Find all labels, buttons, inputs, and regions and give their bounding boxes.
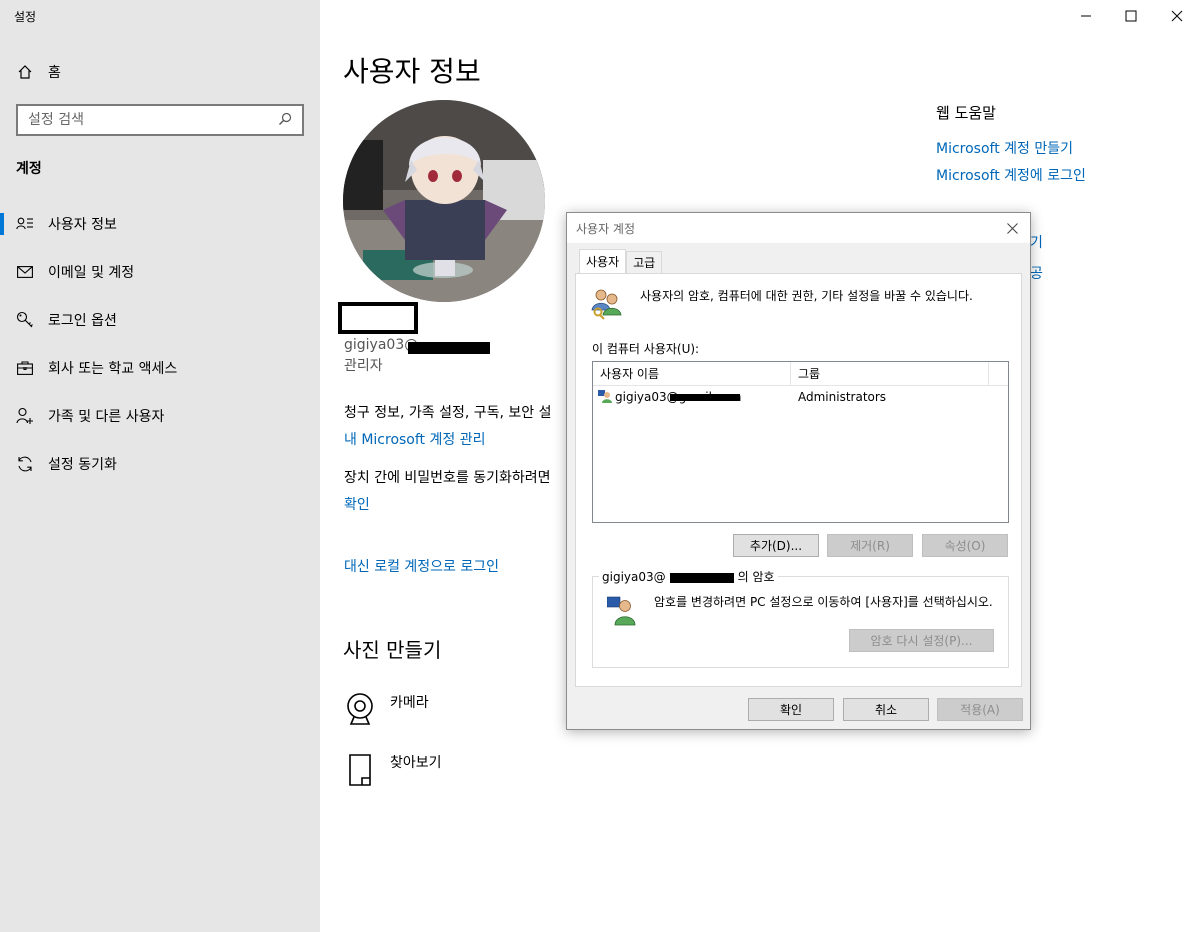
password-group-label: gigiya03@ 의 암호 (599, 568, 778, 585)
password-groupbox: gigiya03@ 의 암호 암호를 변경하려면 PC 설정으로 이동하여 [사용… (592, 568, 1009, 668)
apply-button[interactable]: 적용(A) (937, 698, 1023, 721)
remove-user-button[interactable]: 제거(R) (827, 534, 913, 557)
username-redaction (670, 393, 740, 401)
user-accounts-dialog: 사용자 계정 사용자 고급 사용자의 암호, 컴퓨터에 대한 권한, 기타 설정… (566, 212, 1031, 730)
redacted-name (338, 302, 418, 334)
search-box[interactable] (16, 104, 304, 136)
sidebar-item-signin-options[interactable]: 로그인 옵션 (0, 296, 320, 344)
search-icon[interactable] (278, 111, 292, 130)
sidebar-item-work-access[interactable]: 회사 또는 학교 액세스 (0, 344, 320, 392)
user-name-cell: gigiya03@gmail.com (593, 389, 791, 406)
reset-password-button[interactable]: 암호 다시 설정(P)... (849, 629, 994, 652)
password-text: 암호를 변경하려면 PC 설정으로 이동하여 [사용자]를 선택하십시오. (654, 595, 993, 609)
section-title: 계정 (16, 161, 42, 177)
local-account-link[interactable]: 대신 로컬 계정으로 로그인 (344, 556, 499, 576)
account-role: 관리자 (344, 358, 383, 374)
user-info-icon (16, 215, 34, 233)
help-link-partial-1[interactable]: 기 (1030, 232, 1043, 252)
user-icon (598, 389, 612, 406)
avatar[interactable] (343, 100, 545, 302)
sidebar-item-label: 사용자 정보 (48, 217, 117, 233)
sidebar-item-sync[interactable]: 설정 동기화 (0, 440, 320, 488)
sidebar-item-label: 회사 또는 학교 액세스 (48, 361, 178, 377)
mail-icon (16, 263, 34, 281)
close-icon (1006, 222, 1018, 234)
sidebar-item-label: 로그인 옵션 (48, 313, 117, 329)
user-group-cell: Administrators (798, 390, 887, 404)
users-list-label: 이 컴퓨터 사용자(U): (592, 342, 700, 356)
properties-button[interactable]: 속성(O) (922, 534, 1008, 557)
minimize-icon (1081, 15, 1091, 17)
browse-option[interactable]: 찾아보기 (344, 752, 442, 792)
search-input[interactable] (28, 112, 278, 128)
maximize-icon (1125, 10, 1137, 22)
avatar-photo (343, 100, 545, 302)
sidebar: 설정 홈 계정 사용자 정보 이메일 및 계정 (0, 0, 320, 932)
help-title: 웹 도움말 (936, 104, 996, 122)
browse-label: 찾아보기 (390, 755, 442, 771)
manage-account-link[interactable]: 내 Microsoft 계정 관리 (344, 429, 485, 449)
create-account-link[interactable]: Microsoft 계정 만들기 (936, 138, 1073, 158)
sidebar-item-label: 이메일 및 계정 (48, 265, 135, 281)
home-icon (16, 63, 34, 81)
maximize-button[interactable] (1111, 4, 1151, 28)
sidebar-item-email[interactable]: 이메일 및 계정 (0, 248, 320, 296)
dialog-description: 사용자의 암호, 컴퓨터에 대한 권한, 기타 설정을 바꿀 수 있습니다. (640, 289, 973, 303)
sidebar-nav: 사용자 정보 이메일 및 계정 로그인 옵션 회사 또는 학교 액세스 가족 및… (0, 200, 320, 488)
column-header-group[interactable]: 그룹 (791, 362, 989, 385)
home-link[interactable]: 홈 (16, 62, 61, 82)
dialog-title: 사용자 계정 (576, 221, 636, 236)
photo-section-title: 사진 만들기 (343, 638, 442, 662)
email-redaction (408, 342, 490, 354)
sidebar-item-label: 가족 및 다른 사용자 (48, 409, 165, 425)
camera-icon (344, 692, 376, 730)
add-user-button[interactable]: 추가(D)... (733, 534, 819, 557)
help-link-partial-2[interactable]: 공 (1030, 263, 1043, 283)
minimize-button[interactable] (1066, 4, 1106, 28)
sync-icon (16, 455, 34, 473)
table-row[interactable]: gigiya03@gmail.com Administrators (593, 386, 1008, 408)
home-label: 홈 (48, 65, 61, 81)
column-header-name[interactable]: 사용자 이름 (593, 362, 791, 385)
ok-button[interactable]: 확인 (748, 698, 834, 721)
sidebar-item-family[interactable]: 가족 및 다른 사용자 (0, 392, 320, 440)
dialog-titlebar[interactable]: 사용자 계정 (567, 213, 1030, 243)
listview-header: 사용자 이름 그룹 (593, 362, 1008, 386)
users-tab-panel: 사용자의 암호, 컴퓨터에 대한 권한, 기타 설정을 바꿀 수 있습니다. 이… (575, 273, 1022, 687)
sidebar-item-user-info[interactable]: 사용자 정보 (0, 200, 320, 248)
group-label-redaction (669, 572, 734, 583)
cancel-button[interactable]: 취소 (843, 698, 929, 721)
close-icon (1171, 10, 1183, 22)
tab-users[interactable]: 사용자 (579, 249, 627, 273)
key-icon (16, 311, 34, 329)
camera-label: 카메라 (390, 695, 429, 711)
sync-text: 장치 간에 비밀번호를 동기화하려면 (344, 470, 551, 486)
camera-option[interactable]: 카메라 (344, 692, 429, 730)
dialog-tabs: 사용자 고급 (579, 249, 663, 273)
sidebar-item-label: 설정 동기화 (48, 457, 117, 473)
close-window-button[interactable] (1157, 4, 1197, 28)
users-listview[interactable]: 사용자 이름 그룹 gigiya03@gmail.com Administrat… (592, 361, 1009, 523)
users-keys-icon (590, 286, 626, 323)
dialog-close-button[interactable] (1000, 217, 1024, 239)
sign-in-account-link[interactable]: Microsoft 계정에 로그인 (936, 165, 1086, 185)
verify-link[interactable]: 확인 (344, 494, 370, 514)
person-add-icon (16, 407, 34, 425)
page-title: 사용자 정보 (343, 55, 481, 88)
app-title: 설정 (14, 10, 37, 24)
tab-advanced[interactable]: 고급 (626, 251, 663, 273)
billing-text: 청구 정보, 가족 설정, 구독, 보안 설 (344, 405, 552, 421)
user-password-icon (606, 595, 639, 630)
file-icon (344, 752, 376, 792)
briefcase-icon (16, 359, 34, 377)
